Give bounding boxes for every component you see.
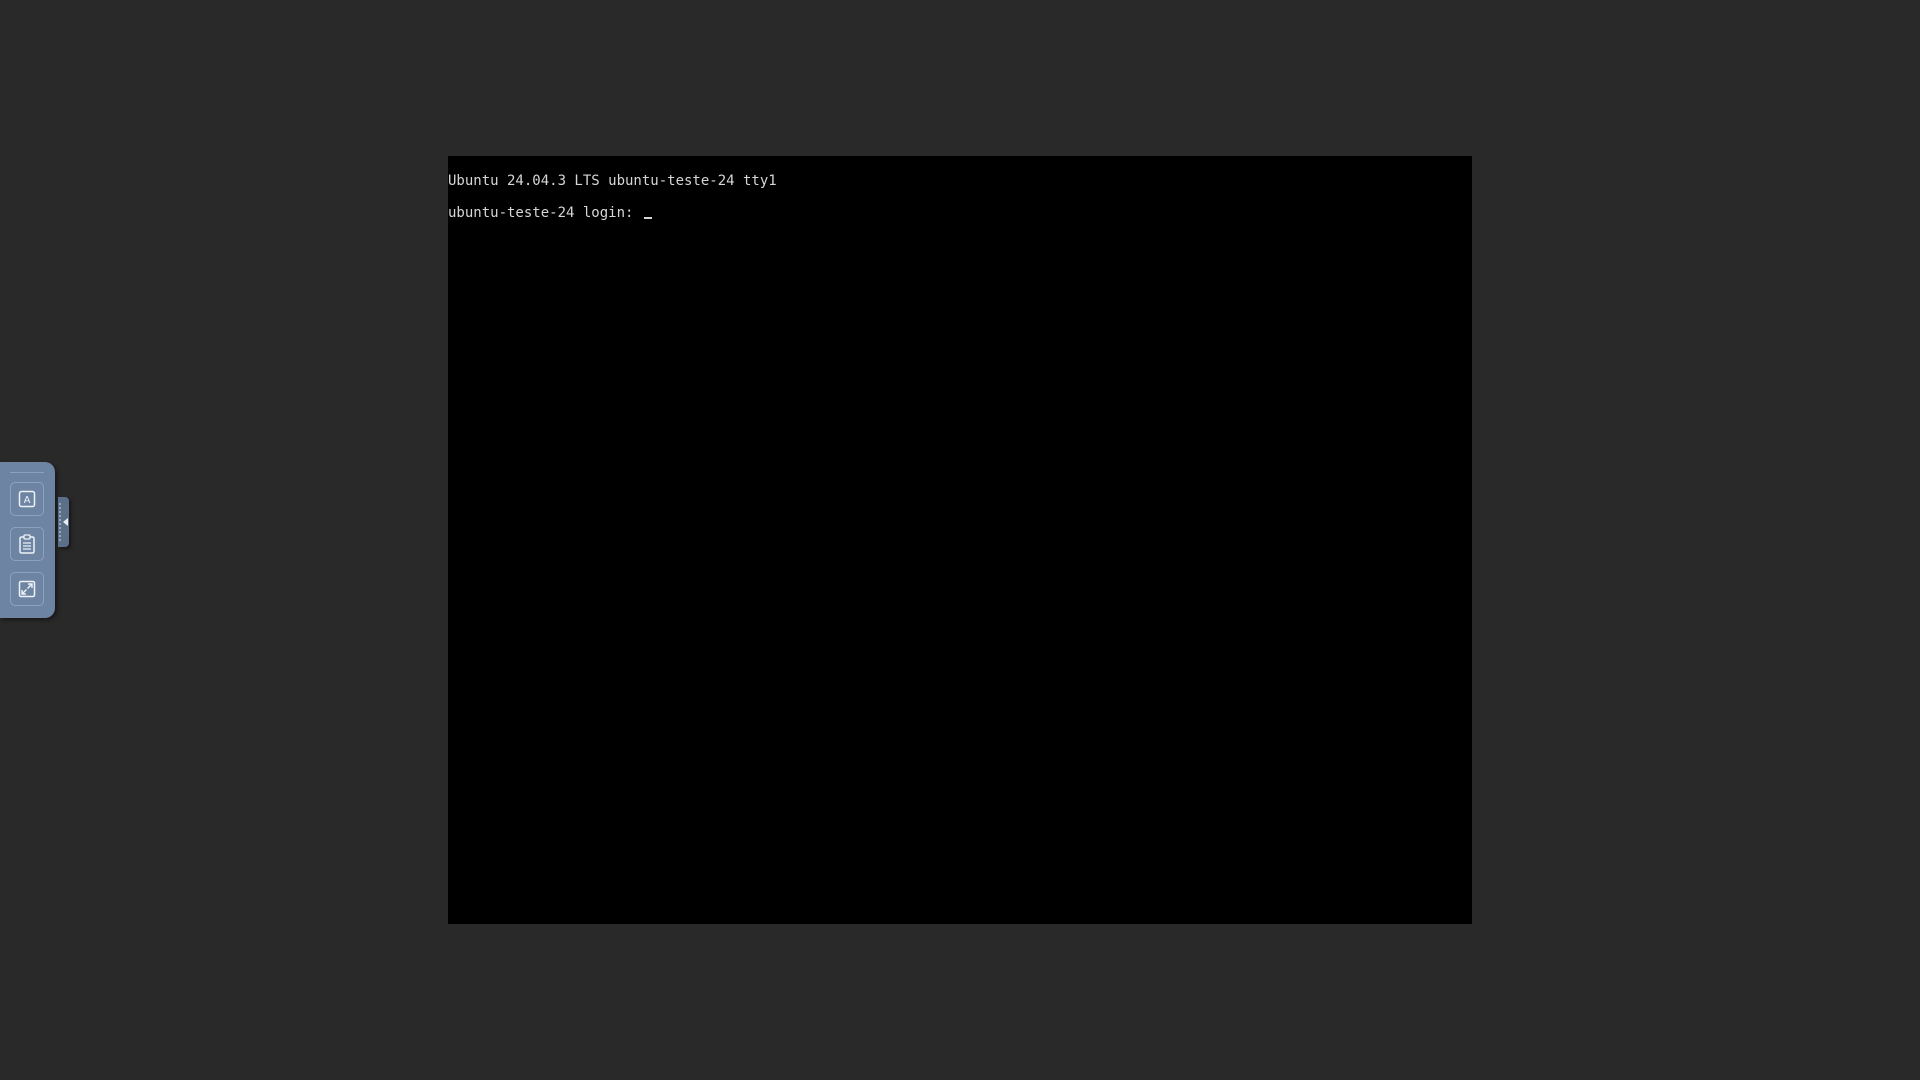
clipboard-button[interactable]	[10, 527, 44, 561]
control-bar-divider	[10, 472, 44, 473]
fullscreen-icon	[18, 580, 36, 598]
keyboard-icon: A	[18, 490, 36, 508]
fullscreen-button[interactable]	[10, 572, 44, 606]
text-cursor	[643, 217, 652, 219]
console-line-login-prompt: ubuntu-teste-24 login:	[448, 205, 652, 221]
handle-grip-icon	[59, 503, 61, 541]
viewer-stage: Ubuntu 24.04.3 LTS ubuntu-teste-24 tty1 …	[0, 0, 1920, 1080]
console-line-os-banner: Ubuntu 24.04.3 LTS ubuntu-teste-24 tty1	[448, 173, 777, 189]
os-banner-text: Ubuntu 24.04.3 LTS ubuntu-teste-24 tty1	[448, 173, 777, 189]
control-bar-handle[interactable]	[58, 497, 69, 547]
clipboard-icon	[19, 534, 35, 554]
control-bar: A	[0, 462, 55, 618]
collapse-arrow-icon	[63, 518, 68, 526]
keyboard-button[interactable]: A	[10, 482, 44, 516]
login-prompt-text: ubuntu-teste-24 login:	[448, 205, 642, 221]
remote-console-screen[interactable]: Ubuntu 24.04.3 LTS ubuntu-teste-24 tty1 …	[448, 156, 1472, 924]
svg-text:A: A	[24, 495, 31, 506]
